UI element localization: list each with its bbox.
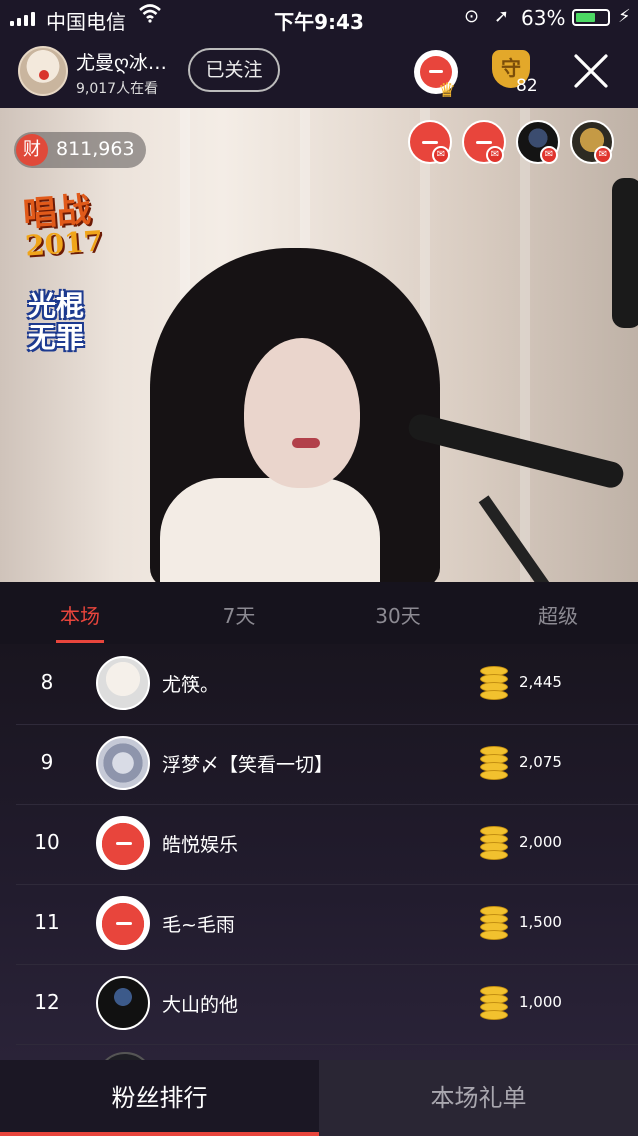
status-bar: 中国电信 下午9:43 ⊙ ➚ 63% ⚡ — [0, 0, 638, 36]
user-name: 浮梦〆【笑看一切】 — [162, 754, 334, 776]
battery-percent: 63% — [521, 6, 566, 30]
viewer-count: 9,017人在看 — [76, 81, 159, 97]
coin-icon — [480, 746, 510, 780]
user-name: 尤筷。 — [162, 674, 220, 696]
list-item[interactable]: 8 尤筷。 2,445 — [16, 644, 638, 725]
battery-fill — [576, 13, 595, 22]
user-avatar[interactable] — [96, 736, 150, 790]
tripod — [612, 178, 638, 328]
battery-icon — [572, 9, 610, 26]
rank-number: 11 — [34, 910, 60, 934]
ranking-list[interactable]: 8 尤筷。 2,445 9 浮梦〆【笑看一切】 2,075 10 皓悦娱乐 2,… — [0, 644, 638, 1060]
user-name: 毛~毛雨 — [162, 914, 235, 936]
audience-badge-icon: ✉ — [486, 146, 504, 164]
audience-badge-icon: ✉ — [540, 146, 558, 164]
coin-icon — [480, 666, 510, 700]
singer-lips — [292, 438, 320, 448]
rank-number: 10 — [34, 830, 60, 854]
audience-badge-icon: ✉ — [594, 146, 612, 164]
list-item[interactable]: 10 皓悦娱乐 2,000 — [16, 804, 638, 885]
singer-face — [244, 338, 360, 488]
audience-badge-icon: ✉ — [432, 146, 450, 164]
coin-amount: 2,075 — [519, 753, 562, 771]
rank-number: 12 — [34, 990, 60, 1014]
gift-list-tab[interactable]: 本场礼单 — [319, 1060, 638, 1136]
user-avatar[interactable] — [96, 896, 150, 950]
coin-amount: 2,000 — [519, 833, 562, 851]
bottom-tab-bar: 粉丝排行 本场礼单 — [0, 1060, 638, 1136]
user-name: 皓悦娱乐 — [162, 834, 239, 856]
location-icon: ➚ — [494, 6, 510, 27]
microphone-stand — [478, 495, 558, 582]
close-icon[interactable] — [570, 50, 612, 96]
live-header: 尤曼ღ冰… 9,017人在看 已关注 ♛ 守 82 — [0, 36, 638, 108]
rank-crown-icon[interactable]: ♛ — [414, 50, 458, 102]
follow-button[interactable]: 已关注 — [188, 48, 280, 92]
list-item[interactable]: 12 大山的他 1,000 — [16, 964, 638, 1045]
charging-icon: ⚡ — [618, 6, 631, 27]
user-avatar[interactable] — [96, 816, 150, 870]
host-avatar[interactable] — [18, 46, 68, 96]
rank-number: 9 — [40, 750, 54, 774]
ranking-tabs: 本场 7天 30天 超级 — [0, 582, 638, 645]
wealth-badge[interactable]: 财 811,963 — [14, 132, 146, 168]
tab-super[interactable]: 超级 — [498, 600, 618, 629]
user-avatar[interactable] — [96, 1052, 154, 1060]
wealth-value: 811,963 — [56, 138, 135, 160]
list-item[interactable]: 11 毛~毛雨 1,500 — [16, 884, 638, 965]
orientation-lock-icon: ⊙ — [464, 6, 480, 27]
wealth-icon: 财 — [16, 134, 48, 166]
rank-number: 8 — [40, 670, 54, 694]
singer-body — [160, 478, 380, 582]
active-tab-indicator — [56, 640, 104, 643]
host-name[interactable]: 尤曼ღ冰… — [76, 48, 176, 75]
user-avatar[interactable] — [96, 656, 150, 710]
coin-icon — [480, 986, 510, 1020]
active-bottom-tab-indicator — [0, 1132, 319, 1136]
user-avatar[interactable] — [96, 976, 150, 1030]
tab-current[interactable]: 本场 — [20, 600, 140, 629]
coin-icon — [480, 906, 510, 940]
coin-icon — [480, 826, 510, 860]
coin-amount: 1,000 — [519, 993, 562, 1011]
live-video[interactable]: 财 811,963 ✉ ✉ ✉ ✉ 唱战 2017 光棍 无罪 — [0, 108, 638, 582]
fan-ranking-tab[interactable]: 粉丝排行 — [0, 1060, 319, 1136]
sticker-singles-day: 光棍 无罪 — [28, 289, 85, 354]
user-name: 大山的他 — [162, 994, 239, 1016]
list-item[interactable]: 9 浮梦〆【笑看一切】 2,075 — [16, 724, 638, 805]
guard-count: 82 — [516, 76, 538, 96]
coin-amount: 2,445 — [519, 673, 562, 691]
sticker-sing-battle: 唱战 2017 — [21, 190, 105, 263]
tab-7-days[interactable]: 7天 — [179, 600, 299, 629]
coin-amount: 1,500 — [519, 913, 562, 931]
tab-30-days[interactable]: 30天 — [338, 600, 458, 629]
